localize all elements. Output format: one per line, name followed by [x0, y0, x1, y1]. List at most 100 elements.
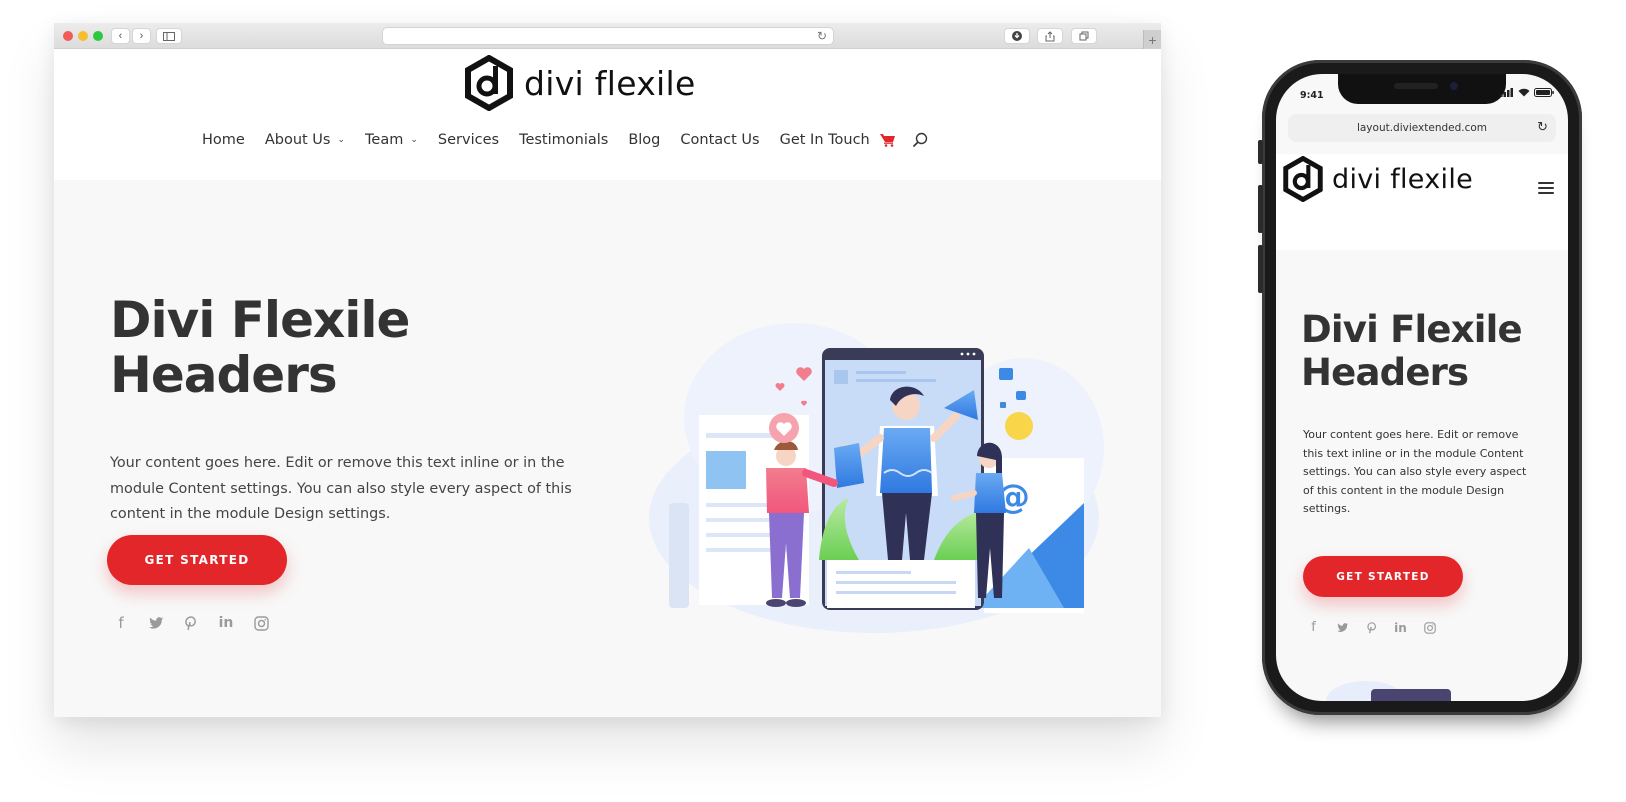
nav-label: Services	[437, 132, 500, 148]
pinterest-icon[interactable]	[1364, 620, 1379, 635]
divi-logo-icon	[465, 55, 513, 111]
mobile-hero-title: Divi Flexile Headers	[1301, 308, 1523, 394]
divi-logo-icon	[1283, 156, 1323, 202]
shopping-bag	[834, 443, 864, 488]
hero-title: Divi Flexile Headers	[110, 293, 410, 404]
chevron-down-icon: ⌄	[337, 135, 346, 145]
download-icon	[1012, 31, 1022, 41]
reload-icon[interactable]: ↻	[1537, 120, 1548, 135]
main-nav: Home About Us ⌄ Team ⌄ Services Testimonia…	[202, 132, 928, 148]
share-icon	[1045, 30, 1055, 41]
twitter-icon[interactable]	[147, 614, 165, 632]
hamburger-menu-button[interactable]	[1538, 182, 1554, 194]
status-time: 9:41	[1300, 90, 1324, 101]
speaker-grille	[1394, 83, 1438, 89]
hero-illustration: @	[649, 323, 1104, 633]
nav-item-about-us[interactable]: About Us ⌄	[265, 132, 345, 148]
nav-item-blog[interactable]: Blog	[628, 132, 660, 148]
chat-bubble	[1005, 412, 1033, 440]
close-window-button[interactable]	[63, 31, 73, 41]
phone-screen: 9:41 layout.diviextended.com ↻ divi flex…	[1276, 74, 1568, 701]
maximize-window-button[interactable]	[93, 31, 103, 41]
nav-label: Testimonials	[519, 132, 609, 148]
hero-title-line: Headers	[1301, 351, 1469, 394]
back-icon: ‹	[118, 29, 123, 42]
forward-button[interactable]: ›	[132, 28, 151, 44]
mockup-stage: ‹ › ↻ + divi flexile Home About Us ⌄ Tea…	[0, 0, 1626, 802]
hero-body-text: Your content goes here. Edit or remove t…	[110, 455, 572, 522]
nav-label: About Us	[264, 132, 331, 148]
phone-notch	[1338, 74, 1506, 104]
phone-side-button	[1258, 185, 1263, 233]
search-button[interactable]	[912, 132, 928, 148]
hero-title-line: Headers	[110, 346, 338, 404]
nav-label: Contact Us	[680, 132, 760, 148]
instagram-icon[interactable]	[1422, 620, 1437, 635]
site-logo[interactable]: divi flexile	[464, 55, 696, 111]
nav-item-home[interactable]: Home	[202, 132, 245, 148]
nav-item-services[interactable]: Services	[438, 132, 499, 148]
mobile-illustration-phone-peek	[1371, 689, 1451, 701]
pinterest-icon[interactable]	[182, 614, 200, 632]
nav-label: Team	[365, 132, 404, 148]
share-button[interactable]	[1037, 28, 1063, 44]
menu-icon-bar	[1538, 182, 1554, 184]
forward-icon: ›	[139, 29, 144, 42]
reload-icon[interactable]: ↻	[817, 29, 827, 43]
nav-label: Blog	[628, 132, 661, 148]
get-started-label: GET STARTED	[144, 553, 250, 567]
nav-item-get-in-touch[interactable]: Get In Touch	[780, 132, 870, 148]
minimize-window-button[interactable]	[78, 31, 88, 41]
sidebar-toggle-button[interactable]	[156, 28, 182, 44]
wifi-icon	[1518, 88, 1530, 97]
nav-item-team[interactable]: Team ⌄	[365, 132, 418, 148]
chevron-down-icon: ⌄	[410, 135, 418, 145]
mobile-address-bar[interactable]: layout.diviextended.com ↻	[1288, 114, 1556, 142]
menu-icon-bar	[1538, 187, 1554, 189]
thumbs-up-icon	[999, 368, 1013, 380]
new-tab-icon: +	[1148, 31, 1157, 48]
address-bar[interactable]: ↻	[382, 27, 834, 45]
signal-icon	[1500, 88, 1513, 97]
social-links: f in	[112, 614, 270, 632]
cart-button[interactable]	[879, 133, 896, 147]
logo-text: divi flexile	[524, 63, 696, 103]
facebook-icon[interactable]: f	[112, 614, 130, 632]
mobile-get-started-button[interactable]: GET STARTED	[1303, 556, 1463, 597]
phone-side-button	[1258, 140, 1263, 164]
hero-title-line: Divi Flexile	[1301, 308, 1523, 351]
nav-item-contact-us[interactable]: Contact Us	[680, 132, 759, 148]
tabs-icon	[1079, 31, 1089, 41]
get-started-button[interactable]: GET STARTED	[107, 535, 287, 585]
tabs-overview-button[interactable]	[1071, 28, 1097, 44]
mobile-phone-mockup: 9:41 layout.diviextended.com ↻ divi flex…	[1258, 60, 1582, 715]
downloads-button[interactable]	[1004, 28, 1030, 44]
linkedin-icon[interactable]: in	[1393, 620, 1408, 635]
instagram-icon[interactable]	[252, 614, 270, 632]
battery-icon	[1534, 88, 1554, 97]
facebook-icon[interactable]: f	[1306, 620, 1321, 635]
mobile-site-logo[interactable]: divi flexile	[1282, 156, 1473, 202]
nav-item-testimonials[interactable]: Testimonials	[519, 132, 608, 148]
mobile-site-header: divi flexile	[1276, 154, 1568, 250]
get-started-label: GET STARTED	[1336, 570, 1430, 583]
search-icon	[912, 132, 927, 148]
menu-icon-bar	[1538, 192, 1554, 194]
front-camera	[1450, 82, 1458, 90]
mobile-url: layout.diviextended.com	[1356, 122, 1488, 134]
sidebar-icon	[163, 31, 175, 41]
logo-text: divi flexile	[1332, 163, 1474, 195]
thumbs-up-icon	[1016, 391, 1026, 400]
nav-label: Get In Touch	[779, 132, 870, 148]
status-icons	[1500, 88, 1554, 97]
twitter-icon[interactable]	[1335, 620, 1350, 635]
new-tab-button[interactable]: +	[1143, 30, 1161, 49]
phone-side-button	[1258, 245, 1263, 293]
cart-icon	[879, 134, 895, 147]
thumbs-up-icon	[1000, 402, 1006, 408]
mobile-hero-body-text: Your content goes here. Edit or remove t…	[1303, 428, 1527, 515]
linkedin-icon[interactable]: in	[217, 614, 235, 632]
back-button[interactable]: ‹	[111, 28, 130, 44]
nav-label: Home	[202, 132, 245, 148]
site-header: divi flexile Home About Us ⌄ Team ⌄ Servic…	[54, 49, 1161, 180]
